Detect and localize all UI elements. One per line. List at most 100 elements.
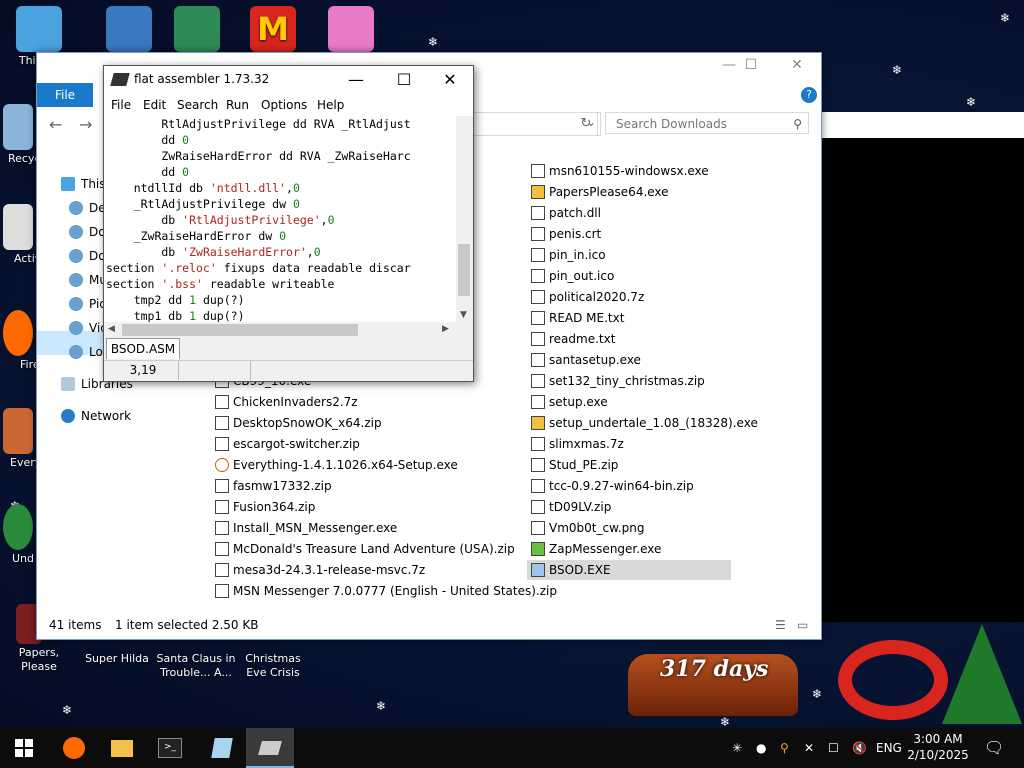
droplet-icon[interactable]: ●	[756, 728, 766, 768]
menu-options[interactable]: Options	[261, 98, 307, 112]
close-button[interactable]: ✕	[430, 69, 470, 91]
nav-item-local-disk[interactable]: Lo	[69, 345, 103, 359]
file-tab[interactable]: File	[37, 83, 93, 107]
forward-arrow-icon[interactable]: →	[79, 115, 92, 134]
file-item[interactable]: escargot-switcher.zip	[215, 434, 360, 454]
nav-item-videos[interactable]: Vic	[69, 321, 107, 335]
file-item[interactable]: patch.dll	[531, 203, 601, 223]
nav-item-this-pc[interactable]: This	[61, 177, 106, 191]
file-item[interactable]: set132_tiny_christmas.zip	[531, 371, 705, 391]
desktop-icon-christmas-eve-crisis[interactable]: Christmas Eve Crisis	[236, 638, 310, 680]
clock[interactable]: 3:00 AM 2/10/2025	[900, 731, 976, 763]
nav-item-music[interactable]: Mu	[69, 273, 107, 287]
firefox-taskbar-button[interactable]	[50, 728, 98, 768]
menu-search[interactable]: Search	[177, 98, 218, 112]
scroll-thumb[interactable]	[458, 244, 470, 296]
file-item[interactable]: pin_out.ico	[531, 266, 614, 286]
search-tray-icon[interactable]: ⚲	[780, 728, 789, 768]
maximize-button[interactable]: ☐	[731, 57, 771, 79]
file-item[interactable]: Install_MSN_Messenger.exe	[215, 518, 397, 538]
desktop-icon-game[interactable]	[160, 6, 234, 54]
tab-bsod-asm[interactable]: BSOD.ASM	[106, 338, 180, 359]
file-item[interactable]: READ ME.txt	[531, 308, 624, 328]
notepad-taskbar-button[interactable]	[198, 728, 246, 768]
file-item[interactable]: Fusion364.zip	[215, 497, 315, 517]
black-window[interactable]	[820, 112, 1024, 622]
volume-icon[interactable]: 🔇	[852, 728, 867, 768]
tray-app-icon[interactable]: ✳	[732, 728, 742, 768]
certificate-icon	[531, 227, 545, 241]
start-button[interactable]	[0, 728, 48, 768]
file-item[interactable]: setup.exe	[531, 392, 608, 412]
file-item[interactable]: MSN Messenger 7.0.0777 (English - United…	[215, 581, 557, 601]
flat-assembler-window[interactable]: flat assembler 1.73.32 — ☐ ✕ File Edit S…	[103, 65, 474, 382]
scroll-left-icon[interactable]: ◀	[108, 324, 115, 334]
activ-icon	[3, 204, 33, 250]
back-arrow-icon[interactable]: ←	[49, 115, 62, 134]
file-item[interactable]: Vm0b0t_cw.png	[531, 518, 644, 538]
details-view-icon[interactable]: ☰	[775, 618, 786, 632]
file-item[interactable]: ChickenInvaders2.7z	[215, 392, 358, 412]
file-item[interactable]: pin_in.ico	[531, 245, 606, 265]
desktop-icon-outlook[interactable]	[92, 6, 166, 54]
file-item[interactable]: ZapMessenger.exe	[531, 539, 661, 559]
file-item[interactable]: Stud_PE.zip	[531, 455, 618, 475]
nav-item-desktop[interactable]: De	[69, 201, 106, 215]
documents-icon	[69, 225, 83, 239]
file-item[interactable]: tcc-0.9.27-win64-bin.zip	[531, 476, 694, 496]
scroll-down-icon[interactable]: ▼	[460, 310, 467, 320]
file-item[interactable]: slimxmas.7z	[531, 434, 624, 454]
desktop-icon-super-hilda[interactable]: Super Hilda	[80, 638, 154, 666]
nav-item-network[interactable]: Network	[61, 409, 131, 423]
nav-item-documents[interactable]: Do	[69, 225, 106, 239]
help-icon[interactable]: ?	[801, 87, 817, 103]
menu-run[interactable]: Run	[226, 98, 249, 112]
file-item[interactable]: santasetup.exe	[531, 350, 641, 370]
snowflake-icon: ❄	[966, 95, 977, 109]
horizontal-scrollbar[interactable]: ◀ ▶	[104, 322, 456, 338]
black-window-titlebar[interactable]	[820, 112, 1024, 138]
nav-item-pictures[interactable]: Pic	[69, 297, 106, 311]
maximize-button[interactable]: ☐	[384, 69, 424, 91]
file-item[interactable]: msn610155-windowsx.exe	[531, 161, 709, 181]
input-language[interactable]: ENG	[876, 728, 902, 768]
file-item[interactable]: readme.txt	[531, 329, 615, 349]
file-item[interactable]: mesa3d-24.3.1-release-msvc.7z	[215, 560, 425, 580]
file-item[interactable]: Everything-1.4.1.1026.x64-Setup.exe	[215, 455, 458, 475]
file-item[interactable]: political2020.7z	[531, 287, 644, 307]
minimize-button[interactable]: —	[336, 69, 376, 91]
desktop-icon-mcdonalds[interactable]: M	[236, 6, 310, 54]
nav-item-downloads[interactable]: Do	[69, 249, 106, 263]
desktop-icon-pig[interactable]	[314, 6, 388, 54]
menu-file[interactable]: File	[111, 98, 131, 112]
fasm-taskbar-button[interactable]	[246, 728, 294, 768]
terminal-taskbar-button[interactable]: >_	[146, 728, 194, 768]
file-item[interactable]: fasmw17332.zip	[215, 476, 332, 496]
file-item[interactable]: PapersPlease64.exe	[531, 182, 669, 202]
network-tray-icon[interactable]: ☐	[828, 728, 839, 768]
file-item[interactable]: setup_undertale_1.08_(18328).exe	[531, 413, 758, 433]
file-item[interactable]: McDonald's Treasure Land Adventure (USA)…	[215, 539, 515, 559]
refresh-button[interactable]: ↻	[575, 112, 598, 136]
snowflake-icon: ❄	[376, 699, 387, 713]
file-item-selected[interactable]: BSOD.EXE	[527, 560, 731, 580]
vertical-scrollbar[interactable]: ▼	[456, 116, 472, 322]
menu-edit[interactable]: Edit	[143, 98, 166, 112]
scroll-right-icon[interactable]: ▶	[442, 324, 449, 334]
large-icons-view-icon[interactable]: ▭	[797, 618, 808, 632]
close-button[interactable]: ✕	[777, 57, 817, 79]
search-input[interactable]: Search Downloads ⚲	[605, 112, 809, 134]
menu-help[interactable]: Help	[317, 98, 344, 112]
scroll-thumb[interactable]	[122, 324, 358, 336]
file-item[interactable]: tD09LV.zip	[531, 497, 611, 517]
desktop-icon-santa-claus[interactable]: Santa Claus in Trouble... A...	[156, 638, 236, 680]
fasm-status-bar: 3,19	[104, 360, 473, 381]
tools-icon[interactable]: ✕	[804, 728, 814, 768]
notifications-icon[interactable]: 🗨	[984, 728, 1004, 768]
fasm-titlebar[interactable]: flat assembler 1.73.32 — ☐ ✕	[104, 66, 473, 94]
days-counter: 317 days	[660, 656, 769, 682]
file-item[interactable]: DesktopSnowOK_x64.zip	[215, 413, 382, 433]
code-editor[interactable]: RtlAdjustPrivilege dd RVA _RtlAdjust dd …	[104, 116, 456, 322]
file-item[interactable]: penis.crt	[531, 224, 601, 244]
file-explorer-taskbar-button[interactable]	[98, 728, 146, 768]
